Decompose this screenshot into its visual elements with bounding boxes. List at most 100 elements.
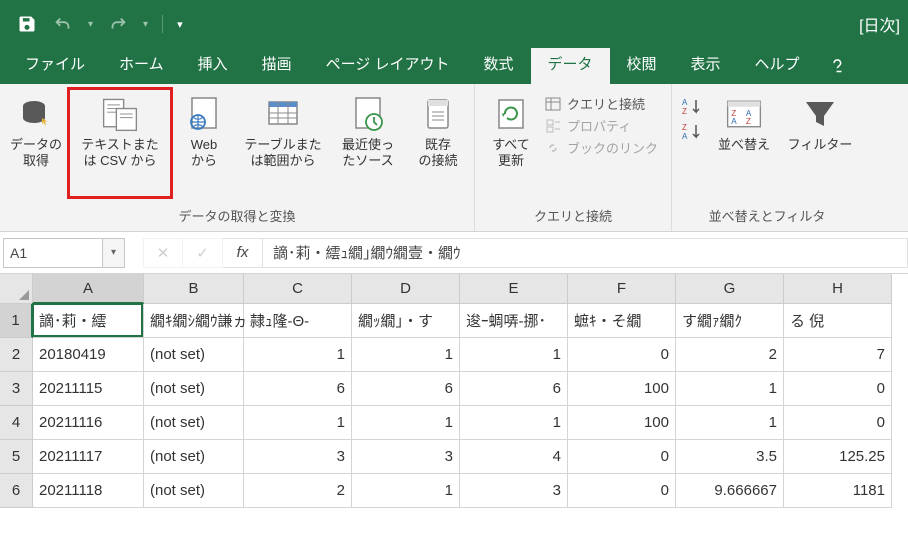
- column-header[interactable]: C: [244, 274, 352, 304]
- redo-dropdown-icon[interactable]: ▾: [143, 19, 148, 30]
- recent-sources-button[interactable]: 最近使っ たソース: [332, 90, 404, 170]
- column-header[interactable]: G: [676, 274, 784, 304]
- tab-view[interactable]: 表示: [674, 45, 738, 84]
- cell[interactable]: 0: [568, 474, 676, 508]
- cell[interactable]: 0: [568, 440, 676, 474]
- cell[interactable]: 3: [352, 440, 460, 474]
- cell[interactable]: す繝ｧ繝ｸ: [676, 304, 784, 338]
- cell[interactable]: 7: [784, 338, 892, 372]
- cell[interactable]: 20211116: [33, 406, 144, 440]
- row-header[interactable]: 2: [0, 338, 33, 372]
- cell[interactable]: 6: [244, 372, 352, 406]
- cell[interactable]: 繝ｯ繝｣・す: [352, 304, 460, 338]
- cell[interactable]: 20180419: [33, 338, 144, 372]
- cell[interactable]: 1: [244, 406, 352, 440]
- cell[interactable]: 1: [244, 338, 352, 372]
- formula-input[interactable]: 謫･莉・繧ｭ繝｣繝ｳ繝壹・繝ｳ: [263, 238, 908, 268]
- sort-desc-button[interactable]: ZA: [682, 121, 704, 141]
- cell[interactable]: 20211117: [33, 440, 144, 474]
- row-header[interactable]: 6: [0, 474, 33, 508]
- cell[interactable]: 1: [352, 338, 460, 372]
- from-table-range-button[interactable]: テーブルまた は範囲から: [238, 90, 328, 170]
- qat-customize-icon[interactable]: ▾: [177, 18, 183, 31]
- cell[interactable]: 0: [784, 406, 892, 440]
- cell[interactable]: 3: [460, 474, 568, 508]
- cell[interactable]: 1: [676, 406, 784, 440]
- cell[interactable]: 20211115: [33, 372, 144, 406]
- name-box[interactable]: A1: [3, 238, 103, 268]
- accept-formula-button[interactable]: ✓: [183, 238, 223, 268]
- cell[interactable]: 繝ｷ繝ｼ繝ｳ謙ヵ: [144, 304, 244, 338]
- cell[interactable]: 逡ｰ蜩哢-挪･: [460, 304, 568, 338]
- cell[interactable]: 6: [460, 372, 568, 406]
- cell[interactable]: (not set): [144, 406, 244, 440]
- cell[interactable]: 1181: [784, 474, 892, 508]
- tab-page-layout[interactable]: ページ レイアウト: [309, 45, 467, 84]
- filter-button[interactable]: フィルター: [784, 90, 856, 153]
- undo-icon[interactable]: [52, 13, 74, 35]
- cell[interactable]: 4: [460, 440, 568, 474]
- from-web-button[interactable]: Web から: [174, 90, 234, 170]
- cell[interactable]: 100: [568, 372, 676, 406]
- cell[interactable]: (not set): [144, 440, 244, 474]
- tab-insert[interactable]: 挿入: [181, 45, 245, 84]
- tab-home[interactable]: ホーム: [102, 45, 181, 84]
- refresh-all-button[interactable]: すべて 更新: [481, 90, 541, 170]
- properties-button[interactable]: プロパティ: [545, 116, 665, 135]
- column-header[interactable]: E: [460, 274, 568, 304]
- workbook-links-button[interactable]: ブックのリンク: [545, 138, 665, 157]
- cell[interactable]: 1: [352, 474, 460, 508]
- queries-connections-button[interactable]: クエリと接続: [545, 94, 665, 113]
- tab-draw[interactable]: 描画: [245, 45, 309, 84]
- cell[interactable]: 謫･莉・繧: [33, 304, 144, 338]
- get-data-button[interactable]: データの 取得: [6, 90, 66, 170]
- existing-connections-button[interactable]: 既存 の接続: [408, 90, 468, 170]
- cell[interactable]: 隷ｭ隆-Θ-: [244, 304, 352, 338]
- column-header[interactable]: F: [568, 274, 676, 304]
- cell[interactable]: 0: [784, 372, 892, 406]
- cell[interactable]: る 倪: [784, 304, 892, 338]
- cell[interactable]: (not set): [144, 338, 244, 372]
- row-header[interactable]: 1: [0, 304, 33, 338]
- redo-icon[interactable]: [107, 13, 129, 35]
- row-header[interactable]: 5: [0, 440, 33, 474]
- sort-button[interactable]: ZAAZ 並べ替え: [708, 90, 780, 153]
- row-header[interactable]: 3: [0, 372, 33, 406]
- cell[interactable]: 1: [676, 372, 784, 406]
- undo-dropdown-icon[interactable]: ▾: [88, 19, 93, 30]
- cell[interactable]: 0: [568, 338, 676, 372]
- cell[interactable]: 1: [352, 406, 460, 440]
- cell[interactable]: 20211118: [33, 474, 144, 508]
- cell[interactable]: 蟅ｷ・そ繝: [568, 304, 676, 338]
- cell[interactable]: 125.25: [784, 440, 892, 474]
- column-header[interactable]: H: [784, 274, 892, 304]
- cell[interactable]: 2: [676, 338, 784, 372]
- sort-asc-button[interactable]: AZ: [682, 96, 704, 116]
- column-header[interactable]: A: [33, 274, 144, 304]
- tab-data[interactable]: データ: [531, 45, 610, 84]
- select-all-corner[interactable]: [0, 274, 33, 304]
- cancel-formula-button[interactable]: ✕: [143, 238, 183, 268]
- name-box-dropdown[interactable]: ▾: [103, 238, 125, 268]
- cell[interactable]: 2: [244, 474, 352, 508]
- tab-review[interactable]: 校閲: [610, 45, 674, 84]
- tell-me-icon[interactable]: [817, 46, 861, 84]
- tab-file[interactable]: ファイル: [8, 45, 102, 84]
- cell[interactable]: 6: [352, 372, 460, 406]
- cell[interactable]: (not set): [144, 372, 244, 406]
- insert-function-button[interactable]: fx: [223, 238, 263, 268]
- row-header[interactable]: 4: [0, 406, 33, 440]
- tab-formulas[interactable]: 数式: [466, 45, 530, 84]
- tab-help[interactable]: ヘルプ: [738, 45, 817, 84]
- cell[interactable]: 9.666667: [676, 474, 784, 508]
- cell[interactable]: 3: [244, 440, 352, 474]
- cell[interactable]: 1: [460, 338, 568, 372]
- cell[interactable]: (not set): [144, 474, 244, 508]
- column-header[interactable]: D: [352, 274, 460, 304]
- from-text-csv-button[interactable]: テキストまた は CSV から: [70, 90, 170, 170]
- cell[interactable]: 3.5: [676, 440, 784, 474]
- save-icon[interactable]: [16, 13, 38, 35]
- cell[interactable]: 1: [460, 406, 568, 440]
- column-header[interactable]: B: [144, 274, 244, 304]
- cell[interactable]: 100: [568, 406, 676, 440]
